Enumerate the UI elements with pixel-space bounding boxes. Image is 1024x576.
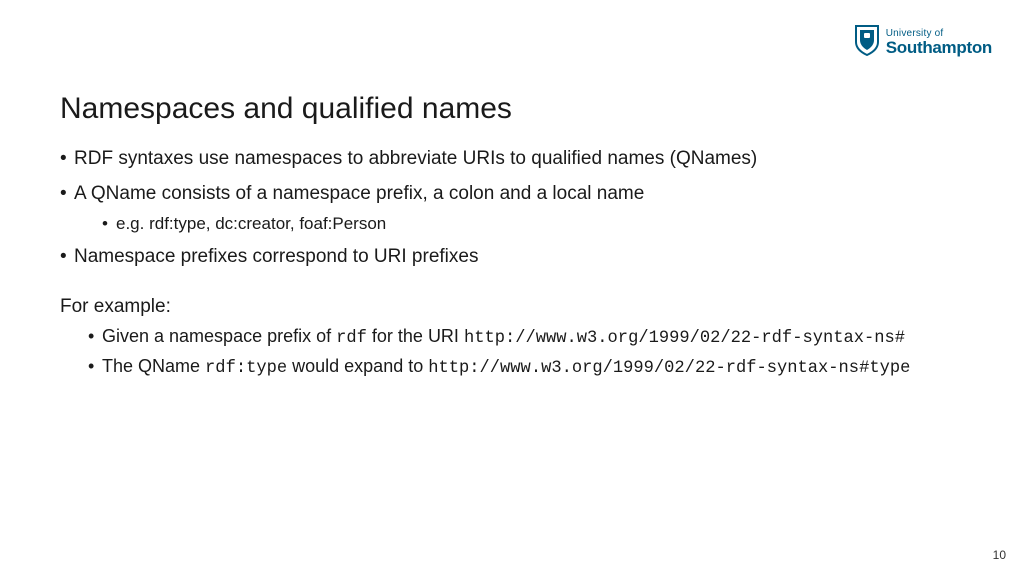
bullet-item: RDF syntaxes use namespaces to abbreviat… — [60, 144, 964, 173]
slide-title: Namespaces and qualified names — [60, 92, 964, 126]
bullet-item: A QName consists of a namespace prefix, … — [60, 179, 964, 236]
example-item: The QName rdf:type would expand to http:… — [88, 352, 964, 382]
text: Given a namespace prefix of — [102, 326, 336, 346]
text: for the URI — [367, 326, 464, 346]
example-list: Given a namespace prefix of rdf for the … — [60, 322, 964, 383]
text: The QName — [102, 356, 205, 376]
sub-bullet-item: e.g. rdf:type, dc:creator, foaf:Person — [102, 211, 964, 237]
code: http://www.w3.org/1999/02/22-rdf-syntax-… — [428, 359, 910, 378]
slide-content: Namespaces and qualified names RDF synta… — [60, 92, 964, 383]
example-item: Given a namespace prefix of rdf for the … — [88, 322, 964, 352]
bullet-text: A QName consists of a namespace prefix, … — [74, 183, 644, 204]
code: rdf:type — [205, 359, 287, 378]
page-number: 10 — [993, 548, 1006, 562]
bullet-item: Namespace prefixes correspond to URI pre… — [60, 242, 964, 271]
main-bullet-list: RDF syntaxes use namespaces to abbreviat… — [60, 144, 964, 272]
text: would expand to — [287, 356, 428, 376]
code: http://www.w3.org/1999/02/22-rdf-syntax-… — [464, 329, 905, 348]
code: rdf — [336, 329, 367, 348]
logo-line2: Southampton — [886, 39, 992, 56]
logo-text: University of Southampton — [886, 29, 992, 56]
university-logo: University of Southampton — [854, 24, 992, 61]
example-label: For example: — [60, 296, 964, 318]
sub-bullet-list: e.g. rdf:type, dc:creator, foaf:Person — [74, 211, 964, 237]
shield-icon — [854, 24, 880, 61]
